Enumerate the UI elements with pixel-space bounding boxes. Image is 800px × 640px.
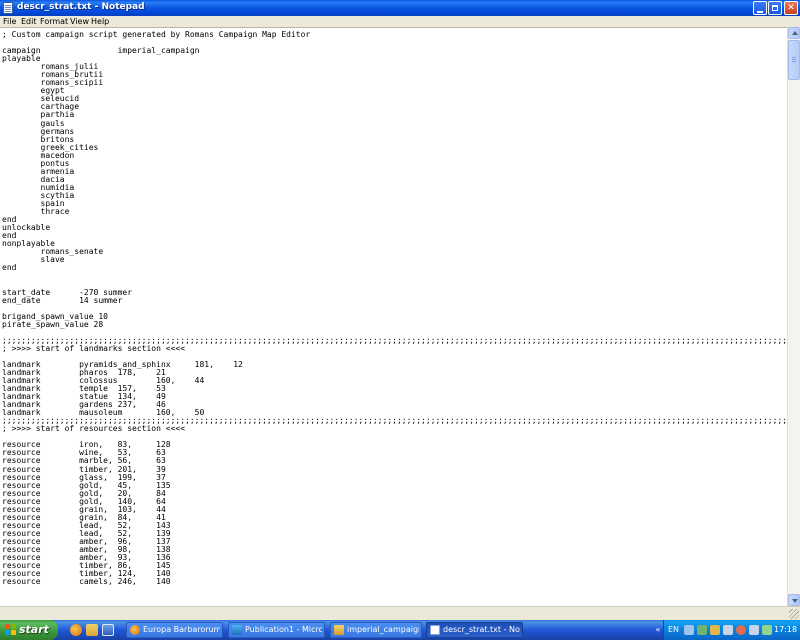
firefox-icon — [130, 625, 140, 635]
resize-grip-icon[interactable] — [789, 609, 799, 619]
taskbar-button-notepad[interactable]: descr_strat.txt - Not... — [426, 622, 523, 638]
firefox-icon[interactable] — [70, 624, 82, 636]
network-icon[interactable] — [684, 625, 694, 635]
document-text[interactable]: ; Custom campaign script generated by Ro… — [2, 30, 787, 586]
language-indicator[interactable]: EN — [668, 624, 679, 636]
window-title: descr_strat.txt - Notepad — [17, 2, 145, 12]
menu-format[interactable]: Format — [38, 16, 70, 27]
taskbar: start Europa Barbarorum - ... Publicatio… — [0, 620, 800, 640]
tray-app-icon[interactable] — [723, 625, 733, 635]
task-label: descr_strat.txt - Not... — [443, 625, 520, 634]
minimize-button[interactable] — [753, 1, 767, 15]
start-button[interactable]: start — [0, 620, 58, 640]
tray-app-icon[interactable] — [697, 625, 707, 635]
maximize-button[interactable] — [768, 1, 782, 15]
tray-app-icon[interactable] — [762, 625, 772, 635]
volume-icon[interactable] — [749, 625, 759, 635]
folder-icon — [334, 625, 344, 635]
status-strip — [0, 606, 800, 620]
taskbar-button-imperial-campaign[interactable]: imperial_campaign — [330, 622, 422, 638]
scroll-down-arrow-icon[interactable] — [788, 594, 800, 606]
scroll-thumb[interactable] — [788, 40, 800, 80]
system-tray: EN 17:18 — [663, 620, 800, 640]
vertical-scrollbar[interactable] — [787, 27, 800, 606]
task-label: imperial_campaign — [347, 625, 419, 634]
security-alert-icon[interactable] — [736, 625, 746, 635]
chevron-left-icon[interactable]: « — [653, 624, 663, 636]
notepad-window: descr_strat.txt - Notepad ✕ File Edit Fo… — [0, 0, 800, 620]
tray-app-icon[interactable] — [710, 625, 720, 635]
task-label: Europa Barbarorum - ... — [143, 625, 220, 634]
menu-bar: File Edit Format View Help — [0, 16, 800, 27]
start-label: start — [19, 623, 49, 636]
close-button[interactable]: ✕ — [784, 1, 798, 15]
menu-file[interactable]: File — [1, 16, 18, 27]
title-bar[interactable]: descr_strat.txt - Notepad ✕ — [0, 0, 800, 16]
text-editor-area[interactable]: ; Custom campaign script generated by Ro… — [0, 27, 787, 606]
scroll-up-arrow-icon[interactable] — [788, 27, 800, 39]
menu-view[interactable]: View — [68, 16, 91, 27]
windows-logo-icon — [5, 624, 16, 635]
notepad-icon[interactable] — [3, 2, 13, 14]
outlook-icon[interactable] — [86, 624, 98, 636]
taskbar-button-publication[interactable]: Publication1 - Microso... — [228, 622, 325, 638]
notepad-icon — [430, 625, 440, 635]
quick-launch-icon[interactable] — [102, 624, 114, 636]
taskbar-button-europa-barbarorum[interactable]: Europa Barbarorum - ... — [126, 622, 223, 638]
task-label: Publication1 - Microso... — [245, 625, 322, 634]
clock[interactable]: 17:18 — [774, 624, 797, 636]
publisher-icon — [232, 625, 242, 635]
menu-help[interactable]: Help — [89, 16, 111, 27]
menu-edit[interactable]: Edit — [19, 16, 39, 27]
